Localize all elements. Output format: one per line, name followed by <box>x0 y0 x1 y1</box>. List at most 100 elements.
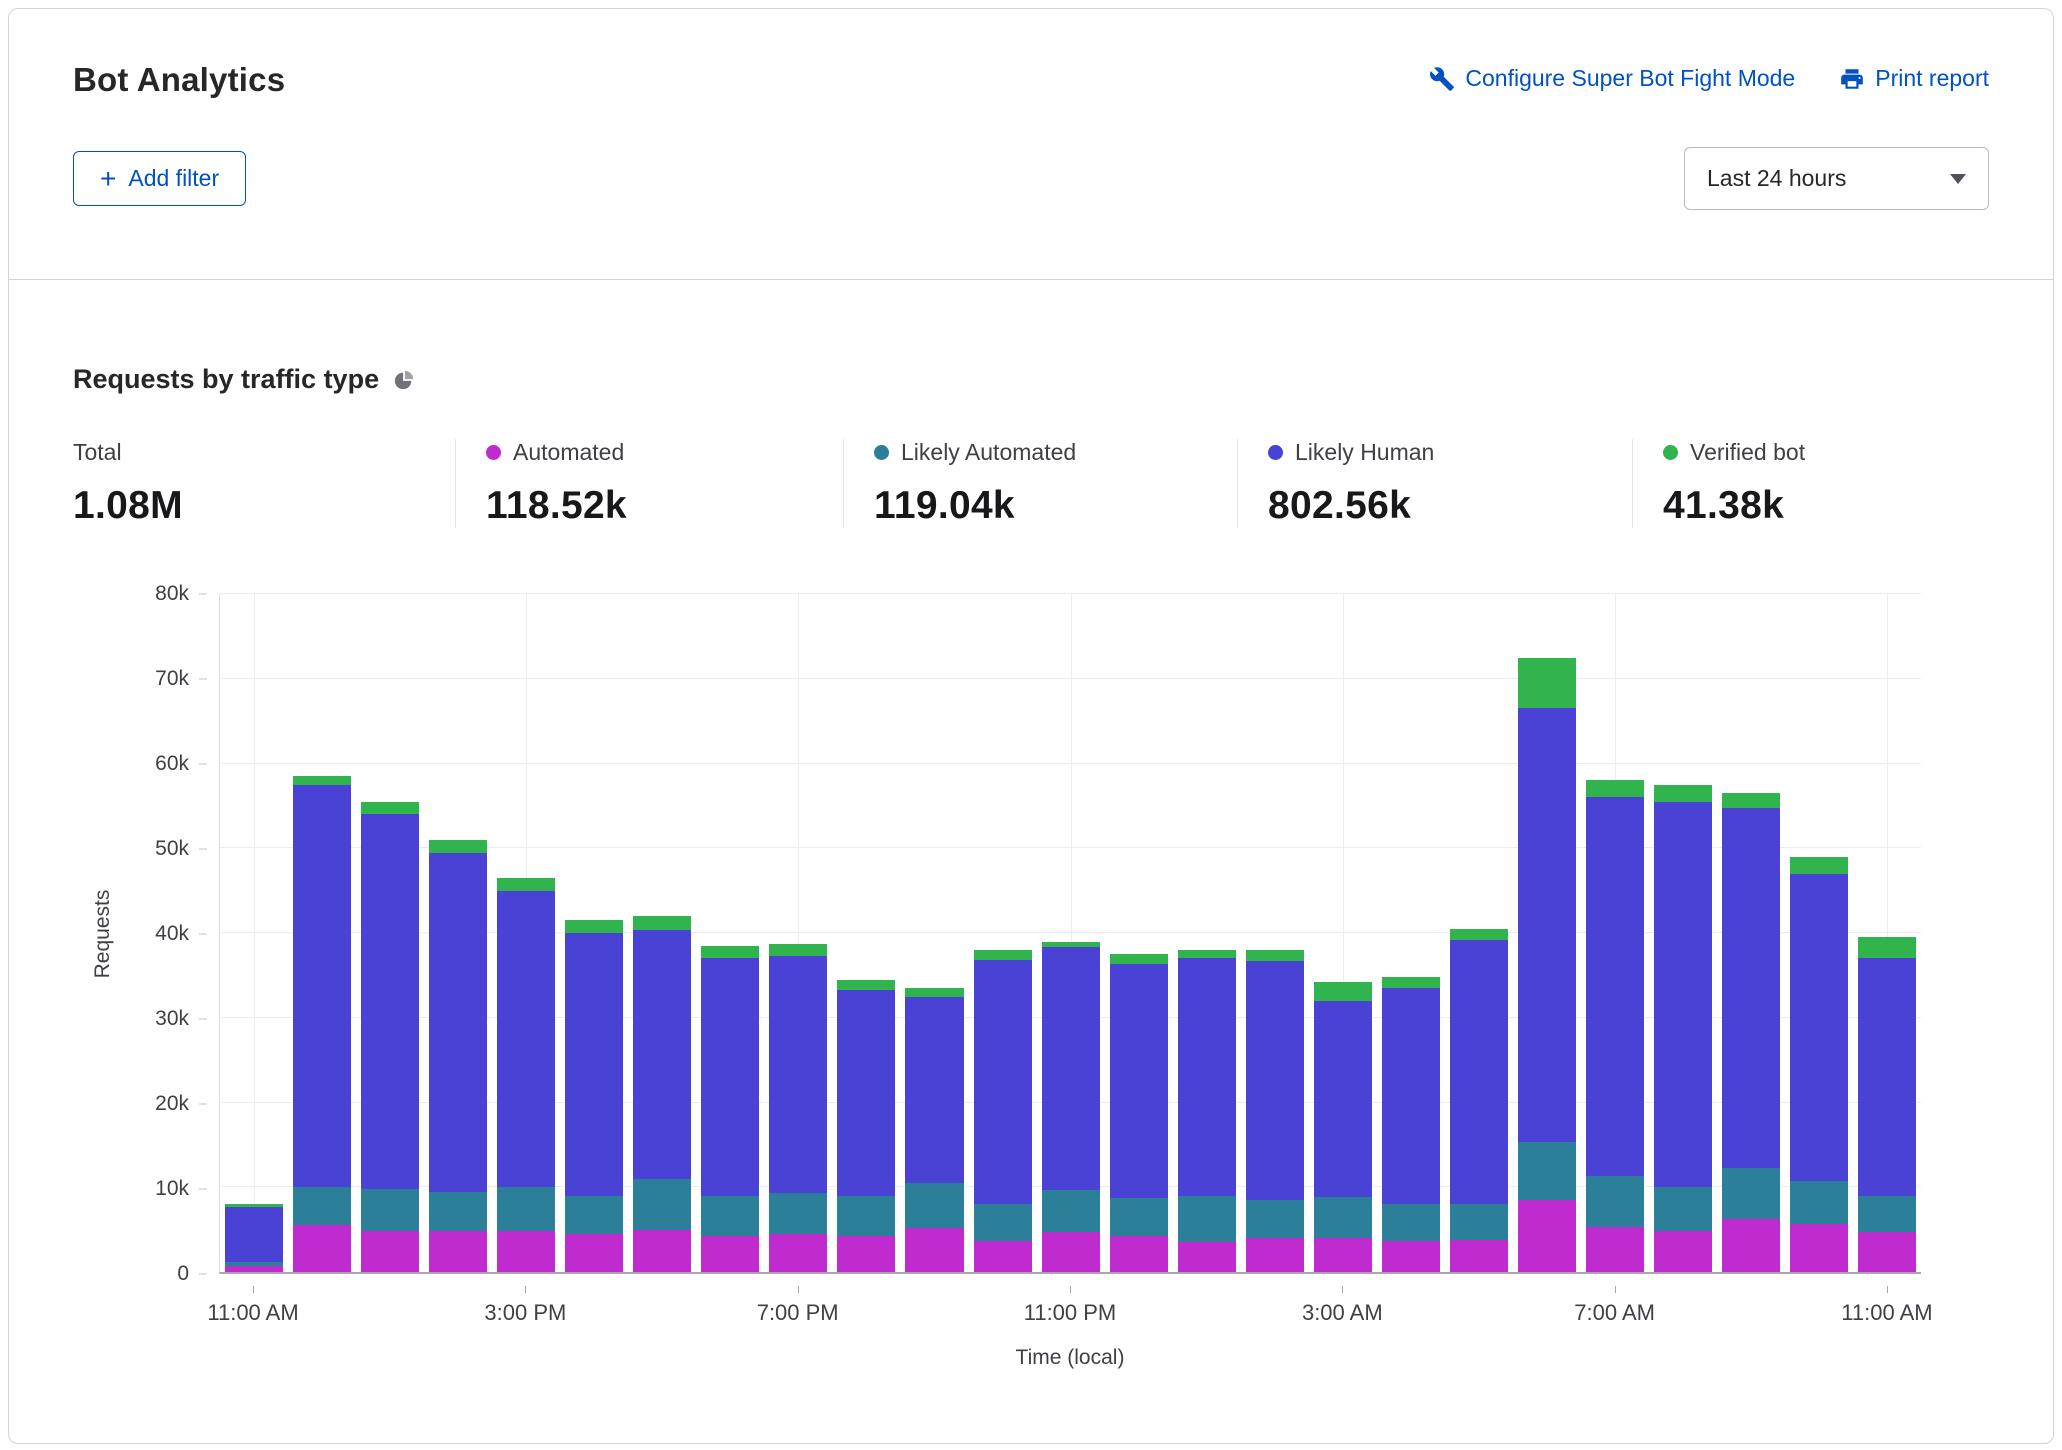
y-tick-label: 50k <box>155 837 189 861</box>
bar-segment-automated <box>1314 1238 1372 1272</box>
add-filter-button[interactable]: + Add filter <box>73 151 246 206</box>
stat-likely-automated-label: Likely Automated <box>901 439 1076 466</box>
stacked-bar[interactable] <box>1450 594 1508 1272</box>
chart-plot-area <box>219 594 1921 1274</box>
stacked-bar[interactable] <box>1790 594 1848 1272</box>
bar-segment-verified-bot <box>1790 857 1848 874</box>
card-body: Requests by traffic type Total 1.08M Aut… <box>9 364 2053 1384</box>
stacked-bar[interactable] <box>1110 594 1168 1272</box>
stacked-bar[interactable] <box>1654 594 1712 1272</box>
x-tick-label: 11:00 AM <box>207 1300 298 1326</box>
stacked-bar[interactable] <box>1858 594 1916 1272</box>
y-tick-label: 80k <box>155 582 189 606</box>
stat-total-label: Total <box>73 439 122 466</box>
bar-segment-likely-automated <box>701 1196 759 1237</box>
bar-segment-likely-automated <box>293 1187 351 1225</box>
bar-segment-likely-automated <box>1246 1200 1304 1238</box>
time-range-select[interactable]: Last 24 hours <box>1684 147 1989 210</box>
bar-segment-automated <box>1518 1200 1576 1272</box>
bar-segment-likely-human <box>701 958 759 1195</box>
stacked-bar[interactable] <box>905 594 963 1272</box>
stat-likely-automated-value: 119.04k <box>874 484 1217 528</box>
bar-segment-automated <box>429 1231 487 1272</box>
bar-segment-automated <box>293 1225 351 1272</box>
bar-segment-likely-automated <box>837 1196 895 1236</box>
y-tick-label: 60k <box>155 752 189 776</box>
bar-segment-verified-bot <box>1586 780 1644 797</box>
bar-segment-verified-bot <box>905 988 963 996</box>
stacked-bar[interactable] <box>633 594 691 1272</box>
bot-analytics-card: Bot Analytics Configure Super Bot Fight … <box>8 8 2054 1444</box>
bar-segment-automated <box>974 1241 1032 1272</box>
stacked-bar[interactable] <box>769 594 827 1272</box>
stacked-bar[interactable] <box>497 594 555 1272</box>
configure-super-bot-fight-mode-link[interactable]: Configure Super Bot Fight Mode <box>1429 65 1795 92</box>
stat-total-value: 1.08M <box>73 484 435 528</box>
y-axis-ticks: 010k20k30k40k50k60k70k80k <box>9 594 211 1274</box>
bar-segment-likely-human <box>905 997 963 1183</box>
bar-segment-likely-automated <box>1450 1204 1508 1240</box>
x-axis-title: Time (local) <box>219 1346 1921 1370</box>
stacked-bar[interactable] <box>1314 594 1372 1272</box>
stat-automated-value: 118.52k <box>486 484 823 528</box>
bar-segment-likely-automated <box>974 1204 1032 1240</box>
bar-segment-likely-automated <box>1518 1142 1576 1200</box>
requests-by-traffic-type-chart: Requests 010k20k30k40k50k60k70k80k 11:00… <box>9 594 2053 1384</box>
stacked-bar[interactable] <box>1042 594 1100 1272</box>
stacked-bar[interactable] <box>293 594 351 1272</box>
card-header: Bot Analytics Configure Super Bot Fight … <box>9 9 2053 280</box>
stacked-bar[interactable] <box>1246 594 1304 1272</box>
bar-segment-automated <box>565 1234 623 1272</box>
bar-segment-likely-automated <box>1722 1168 1780 1219</box>
print-link-label: Print report <box>1875 65 1989 92</box>
bar-segment-likely-human <box>1042 947 1100 1189</box>
stacked-bar[interactable] <box>429 594 487 1272</box>
bar-segment-verified-bot <box>974 950 1032 960</box>
stacked-bar[interactable] <box>1518 594 1576 1272</box>
verified-bot-legend-dot <box>1663 445 1678 460</box>
stacked-bar[interactable] <box>1586 594 1644 1272</box>
stat-verified-bot: Verified bot 41.38k <box>1632 439 1825 528</box>
bar-segment-likely-automated <box>497 1187 555 1231</box>
bar-segment-likely-human <box>1722 808 1780 1167</box>
bar-segment-likely-human <box>225 1207 283 1262</box>
stats-row: Total 1.08M Automated 118.52k Likely Aut… <box>73 439 1989 528</box>
likely-automated-legend-dot <box>874 445 889 460</box>
bar-segment-likely-automated <box>1110 1198 1168 1236</box>
stacked-bar[interactable] <box>1722 594 1780 1272</box>
bar-segment-likely-automated <box>1178 1196 1236 1243</box>
x-tick-label: 3:00 PM <box>484 1300 566 1326</box>
bar-segment-likely-automated <box>1042 1190 1100 1232</box>
bar-segment-likely-human <box>293 785 351 1188</box>
x-tick-label: 7:00 PM <box>757 1300 839 1326</box>
bar-segment-likely-human <box>1110 964 1168 1198</box>
stacked-bar[interactable] <box>974 594 1032 1272</box>
bar-segment-likely-automated <box>361 1189 419 1231</box>
stacked-bar[interactable] <box>565 594 623 1272</box>
bar-segment-verified-bot <box>429 840 487 853</box>
bar-segment-likely-human <box>974 960 1032 1204</box>
bar-segment-likely-human <box>497 891 555 1188</box>
bar-segment-likely-automated <box>429 1192 487 1232</box>
stacked-bar[interactable] <box>1382 594 1440 1272</box>
bar-segment-verified-bot <box>293 776 351 784</box>
print-report-link[interactable]: Print report <box>1839 65 1989 92</box>
stacked-bar[interactable] <box>1178 594 1236 1272</box>
bar-segment-automated <box>633 1230 691 1272</box>
stacked-bar[interactable] <box>361 594 419 1272</box>
bar-segment-automated <box>225 1266 283 1272</box>
section-title: Requests by traffic type <box>73 364 379 395</box>
bar-segment-verified-bot <box>769 944 827 956</box>
stacked-bar[interactable] <box>837 594 895 1272</box>
pie-chart-icon <box>393 369 415 391</box>
bar-segment-automated <box>837 1236 895 1272</box>
bar-segment-likely-human <box>1518 708 1576 1142</box>
wrench-icon <box>1429 66 1455 92</box>
bar-segment-likely-human <box>1450 940 1508 1204</box>
bar-segment-likely-human <box>837 990 895 1196</box>
stacked-bar[interactable] <box>701 594 759 1272</box>
bar-segment-automated <box>1858 1232 1916 1272</box>
bar-segment-automated <box>1110 1236 1168 1272</box>
stat-likely-automated: Likely Automated 119.04k <box>843 439 1237 528</box>
stacked-bar[interactable] <box>225 594 283 1272</box>
